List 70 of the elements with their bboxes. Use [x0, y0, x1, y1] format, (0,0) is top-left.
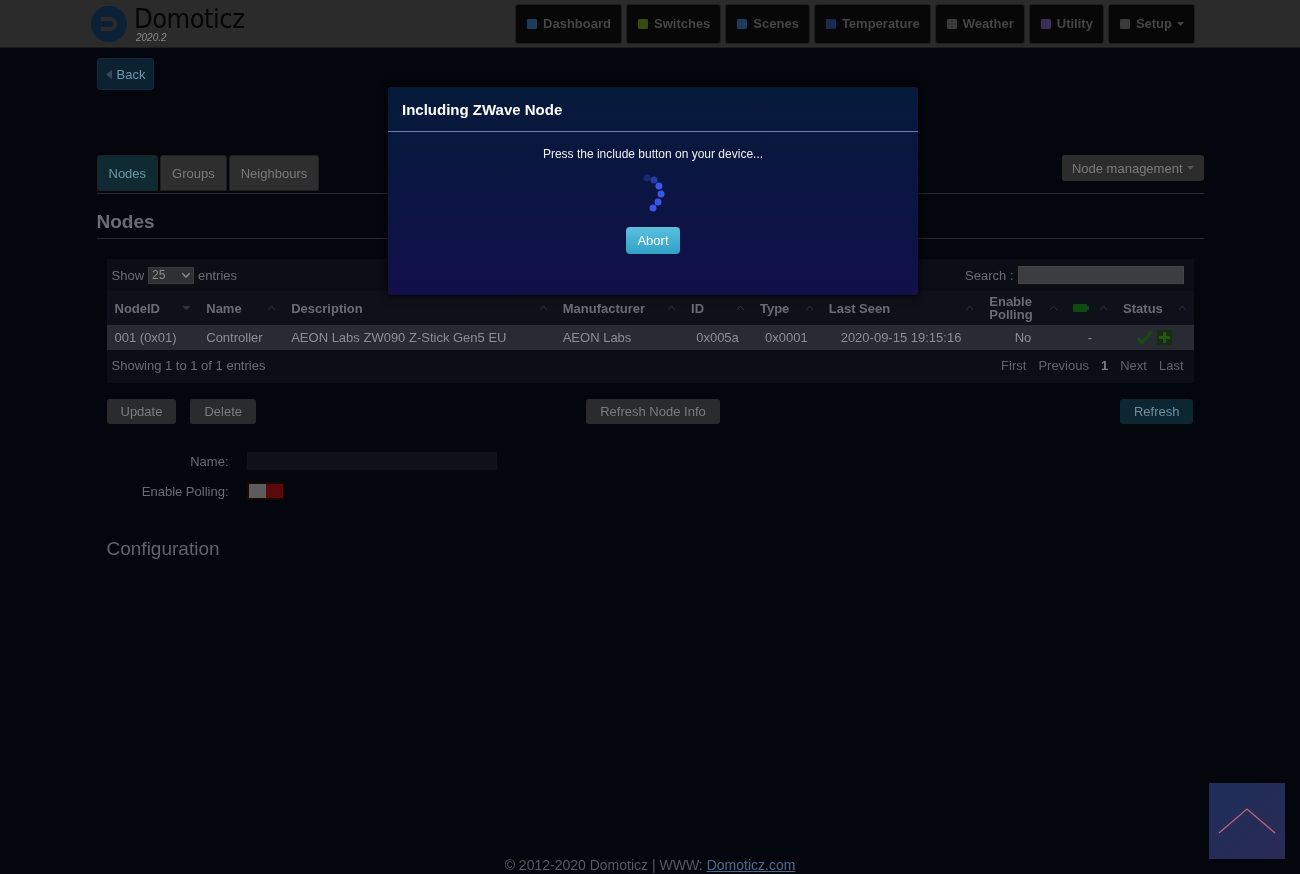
polling-toggle[interactable] [246, 482, 285, 500]
table-cell: AEON Labs [554, 325, 684, 350]
plus-icon[interactable] [1156, 330, 1172, 345]
left-triangle-icon [105, 69, 112, 79]
column-header[interactable]: Enable Polling [981, 291, 1065, 325]
checkmark-icon [1136, 330, 1153, 344]
node-management-button[interactable]: Node management [1061, 155, 1204, 181]
nav-icon [736, 17, 749, 30]
pagination-link[interactable]: Next [1120, 358, 1147, 373]
nav-icon [1118, 17, 1131, 30]
table-info: Showing 1 to 1 of 1 entries [111, 358, 266, 373]
table-cell: No [981, 325, 1065, 350]
nav-button[interactable]: Dashboard [515, 3, 622, 44]
nav-button[interactable]: Utility [1028, 3, 1104, 44]
polling-label: Enable Polling: [140, 483, 229, 499]
nav-button[interactable]: Weather [934, 3, 1025, 44]
column-header[interactable]: Name [198, 291, 284, 325]
tab[interactable]: Neighbours [228, 155, 320, 191]
pagination-link[interactable]: 1 [1100, 358, 1109, 373]
nav-icon [824, 17, 837, 30]
nav-button[interactable]: Temperature [813, 3, 931, 44]
refresh-button[interactable]: Refresh [1119, 399, 1194, 424]
nav-icon [945, 17, 958, 30]
modal-title: Including ZWave Node [402, 100, 563, 118]
chevron-icon [182, 272, 191, 278]
nav-icon [637, 17, 649, 30]
nav-button[interactable]: Switches [626, 3, 722, 44]
table-cell: Controller [198, 325, 284, 350]
tab[interactable]: Groups [160, 155, 227, 191]
column-header[interactable]: Status [1115, 291, 1194, 325]
column-header[interactable]: NodeID [106, 291, 199, 325]
table-cell: 0x005a [683, 325, 752, 350]
logo-icon [90, 4, 128, 43]
configuration-title: Configuration [106, 538, 221, 561]
nav-button[interactable]: Setup [1107, 3, 1195, 44]
column-header[interactable]: Description [283, 291, 555, 325]
footer-link[interactable]: Domoticz.com [706, 857, 796, 873]
pagination-link[interactable]: Last [1158, 358, 1184, 373]
tab[interactable]: Nodes [96, 155, 159, 191]
page-size-select[interactable]: 25 [148, 266, 195, 284]
caret-icon [1177, 21, 1184, 26]
nav-icon [1039, 17, 1052, 30]
sort-down-icon [183, 306, 191, 310]
table-cell: AEON Labs ZW090 Z-Stick Gen5 EU [283, 325, 555, 350]
name-label: Name: [189, 453, 229, 469]
battery-icon [1072, 304, 1089, 312]
column-header[interactable]: Last Seen [820, 291, 982, 325]
table-cell: 001 (0x01) [106, 325, 199, 350]
logo-version: 2020.2 [136, 31, 168, 43]
abort-button[interactable]: Abort [626, 227, 680, 254]
caret-icon [1186, 166, 1194, 170]
delete-button[interactable]: Delete [190, 399, 256, 424]
table-cell: 0x0001 [751, 325, 821, 350]
entries-label: entries [198, 267, 238, 283]
scroll-top-button[interactable] [1209, 783, 1285, 859]
table-cell: - [1064, 325, 1116, 350]
update-button[interactable]: Update [106, 399, 177, 424]
search-label: Search : [965, 267, 1014, 283]
nav-icon [526, 17, 539, 30]
pagination-link[interactable]: Previous [1038, 358, 1089, 373]
table-cell: 2020-09-15 19:15:16 [820, 325, 982, 350]
refresh-node-info-button[interactable]: Refresh Node Info [586, 399, 720, 424]
back-button[interactable]: Back [96, 58, 155, 90]
nav-button[interactable]: Scenes [725, 3, 810, 44]
chevron-up-icon [1218, 808, 1276, 834]
footer-text: © 2012-2020 Domoticz | WWW: Domoticz.com [504, 857, 796, 874]
search-field[interactable] [1017, 266, 1184, 284]
pagination-link[interactable]: First [1001, 358, 1027, 373]
show-label: Show [111, 267, 145, 283]
modal-message: Press the include button on your device... [542, 147, 764, 161]
